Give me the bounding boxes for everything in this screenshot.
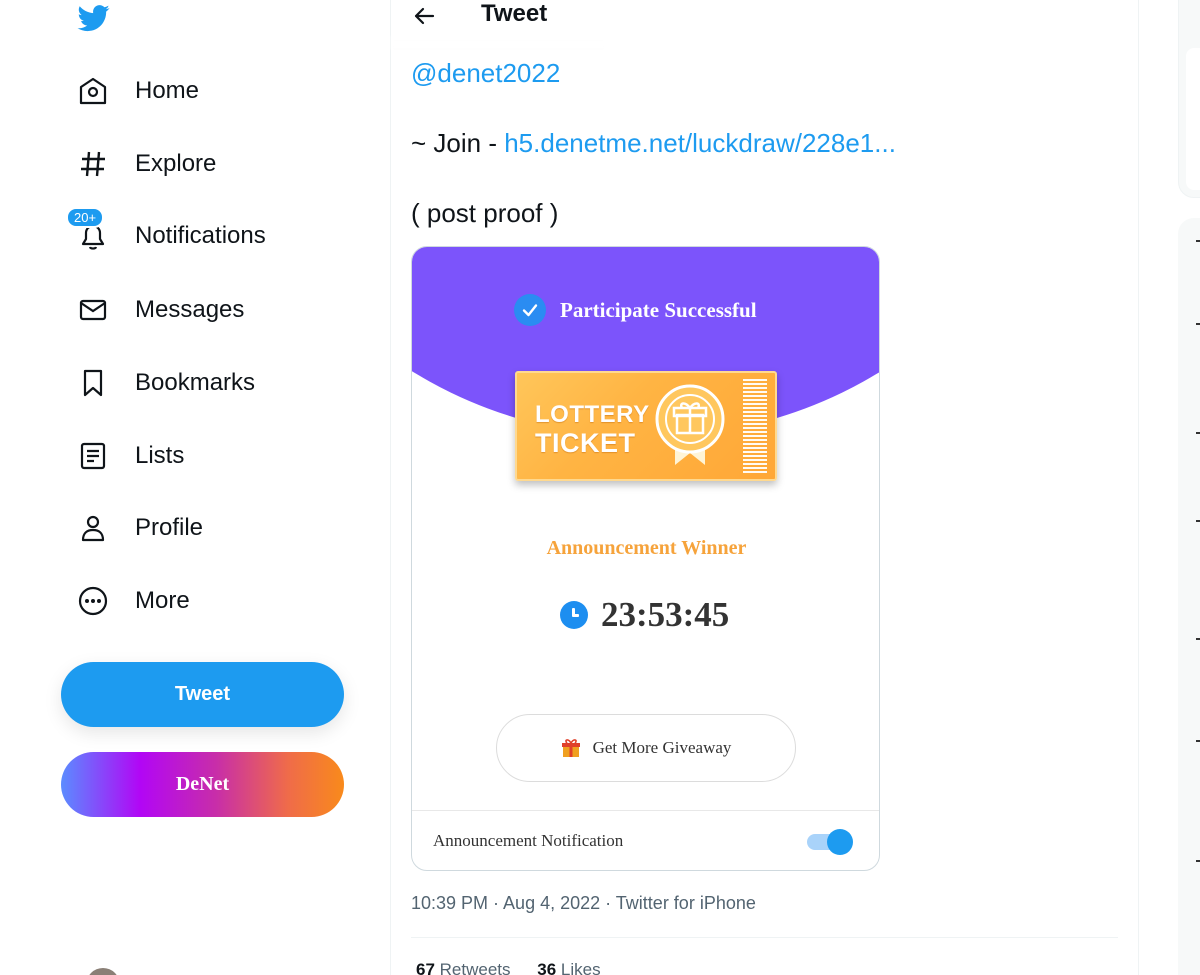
join-link[interactable]: h5.denetme.net/luckdraw/228e1... xyxy=(504,128,896,158)
likes-stat[interactable]: 36 Likes xyxy=(537,960,600,975)
header-fade xyxy=(391,36,606,50)
sidebar: Home Explore 20+ Notifications Messages xyxy=(0,0,390,975)
avatar[interactable] xyxy=(86,968,120,975)
join-prefix: ~ Join - xyxy=(411,128,505,158)
card-footer: Announcement Notification xyxy=(412,810,879,870)
list-icon xyxy=(76,439,110,473)
notification-count-badge: 20+ xyxy=(66,207,105,228)
bookmark-icon xyxy=(76,366,110,400)
ticket-text: LOTTERY TICKET xyxy=(535,401,650,457)
retweets-count: 67 xyxy=(416,960,435,975)
sidebar-item-label: Home xyxy=(135,77,200,104)
sidebar-item-notifications[interactable]: 20+ Notifications xyxy=(66,207,266,260)
column-divider xyxy=(1138,0,1139,975)
announcement-winner-label: Announcement Winner xyxy=(546,537,747,559)
mention-link[interactable]: @denet2022 xyxy=(411,58,560,89)
participate-text: Participate Successful xyxy=(560,297,757,322)
checkmark-icon xyxy=(514,294,546,326)
twitter-logo-icon[interactable] xyxy=(76,2,112,34)
likes-count: 36 xyxy=(537,960,557,975)
sidebar-item-explore[interactable]: Explore xyxy=(76,140,216,188)
person-icon xyxy=(76,511,110,545)
retweets-stat[interactable]: 67 Retweets xyxy=(416,960,511,975)
denet-button[interactable]: DeNet xyxy=(61,752,344,817)
divider xyxy=(411,937,1118,938)
sidebar-item-label: Bookmarks xyxy=(135,369,256,396)
sidebar-item-profile[interactable]: Profile xyxy=(76,504,203,552)
barcode xyxy=(743,379,767,475)
back-arrow-icon[interactable] xyxy=(411,3,437,29)
sidebar-item-label: Profile xyxy=(135,514,204,541)
sidebar-item-more[interactable]: More xyxy=(76,577,190,625)
sidebar-item-label: More xyxy=(135,587,190,614)
right-panel-inner xyxy=(1186,48,1200,190)
participate-status: Participate Successful xyxy=(514,294,757,326)
sidebar-item-label: Messages xyxy=(135,296,245,323)
gift-icon xyxy=(561,739,580,757)
sidebar-item-label: Notifications xyxy=(135,222,266,249)
page-title: Tweet xyxy=(481,0,548,27)
mention-text[interactable]: @denet2022 xyxy=(411,58,560,88)
notification-toggle[interactable] xyxy=(807,829,853,855)
announcement-notification-label: Announcement Notification xyxy=(433,831,624,850)
countdown-value: 23:53:45 xyxy=(601,595,730,634)
tweet-image-card[interactable]: Participate Successful LOTTERY TICKET An… xyxy=(411,246,880,871)
likes-label: Likes xyxy=(560,960,601,975)
column-divider xyxy=(390,0,391,975)
sidebar-item-home[interactable]: Home xyxy=(76,67,199,115)
more-circle-icon xyxy=(76,584,110,618)
tweet-timestamp[interactable]: 10:39 PM · Aug 4, 2022 · Twitter for iPh… xyxy=(411,893,756,914)
tweet-button[interactable]: Tweet xyxy=(61,662,344,727)
bell-icon: 20+ xyxy=(66,207,110,253)
gift-badge-icon xyxy=(655,384,725,465)
get-more-giveaway-button[interactable]: Get More Giveaway xyxy=(496,714,796,782)
sidebar-item-bookmarks[interactable]: Bookmarks xyxy=(76,359,255,407)
envelope-icon xyxy=(76,293,110,327)
giveaway-label: Get More Giveaway xyxy=(592,738,732,757)
ticket-line-2: TICKET xyxy=(535,428,636,458)
proof-text: ( post proof ) xyxy=(411,198,559,228)
sidebar-item-messages[interactable]: Messages xyxy=(76,286,244,334)
sidebar-item-lists[interactable]: Lists xyxy=(76,432,184,480)
tweet-header: Tweet xyxy=(391,0,591,40)
retweets-label: Retweets xyxy=(439,960,511,975)
tweet-stats: 67 Retweets 36 Likes xyxy=(416,960,623,975)
toggle-knob xyxy=(827,829,853,855)
lottery-ticket: LOTTERY TICKET xyxy=(515,371,777,481)
ticket-line-1: LOTTERY xyxy=(535,401,650,428)
join-line: ~ Join - h5.denetme.net/luckdraw/228e1..… xyxy=(411,128,896,159)
clock-icon xyxy=(560,601,588,629)
home-icon xyxy=(76,74,110,108)
sidebar-item-label: Explore xyxy=(135,150,217,177)
sidebar-item-label: Lists xyxy=(135,442,185,469)
hashtag-icon xyxy=(76,147,110,181)
countdown-timer: 23:53:45 xyxy=(560,595,729,635)
